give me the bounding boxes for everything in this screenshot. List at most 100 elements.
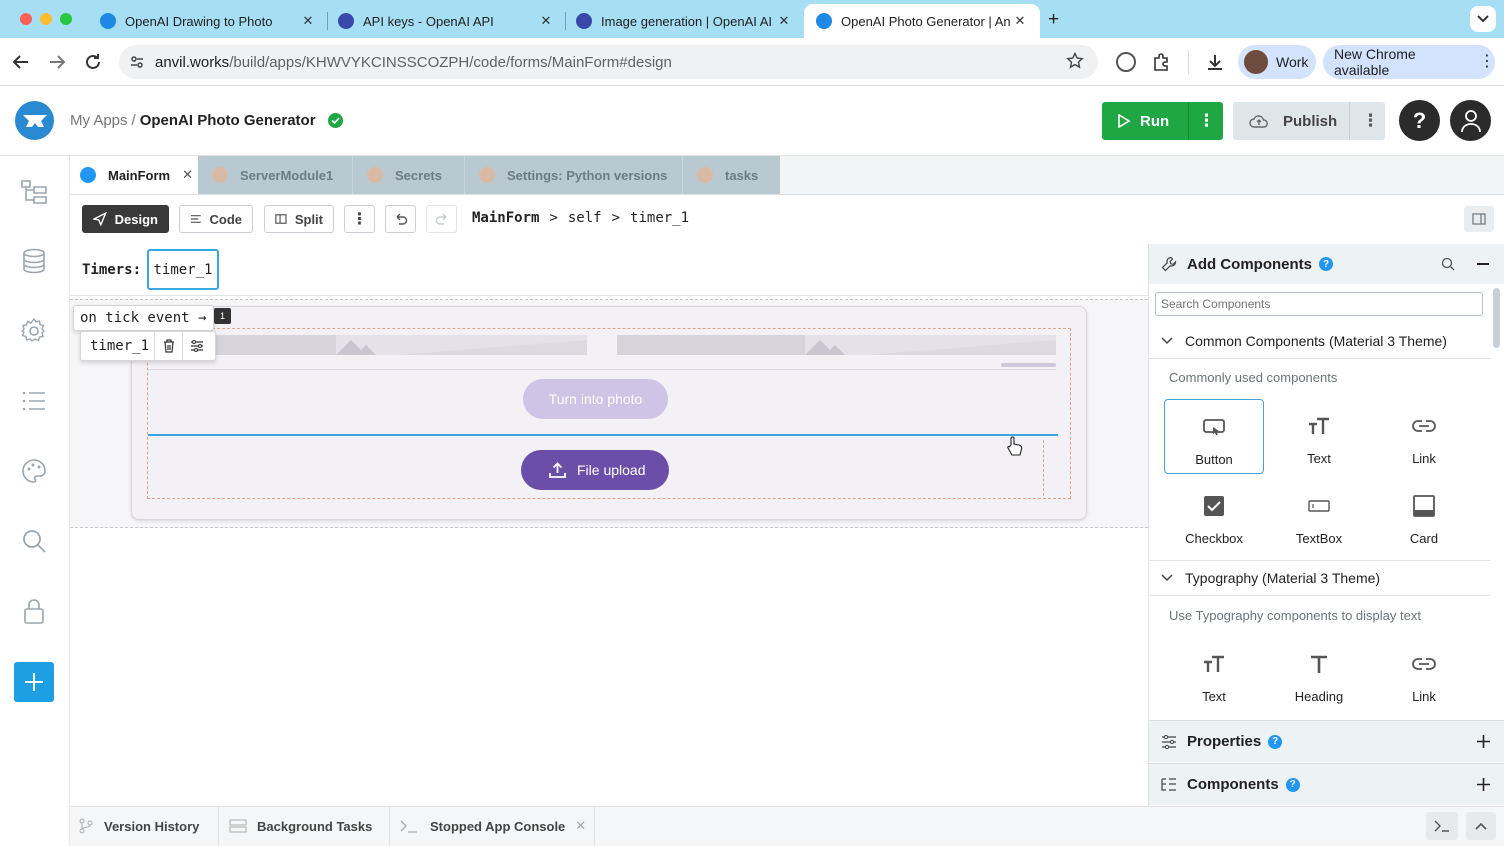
browser-tab-active[interactable]: OpenAI Photo Generator | An ✕ — [804, 4, 1040, 38]
extensions-puzzle-icon[interactable] — [1152, 52, 1172, 72]
address-bar[interactable]: anvil.works/build/apps/KHWVYKCINSSCOZPH/… — [119, 45, 1098, 79]
component-text[interactable]: Text — [1269, 399, 1369, 473]
split-button[interactable]: Split — [264, 205, 334, 233]
app-console-tab[interactable]: Stopped App Console ✕ — [400, 806, 594, 846]
new-tab-icon[interactable]: + — [1048, 9, 1059, 31]
site-info-icon[interactable] — [119, 54, 155, 70]
tab-secrets[interactable]: Secrets — [352, 156, 464, 194]
component-checkbox[interactable]: Checkbox — [1164, 479, 1264, 553]
close-tab-icon[interactable]: ✕ — [182, 167, 193, 183]
search-components-input[interactable] — [1155, 292, 1483, 316]
help-icon[interactable]: ? — [1285, 777, 1300, 792]
expand-bottom-button[interactable] — [1466, 812, 1496, 840]
close-icon[interactable]: ✕ — [575, 818, 586, 834]
expand-plus-icon[interactable] — [1477, 735, 1490, 748]
component-link[interactable]: Link — [1374, 399, 1474, 473]
list-icon[interactable] — [20, 387, 48, 415]
minimize-window-button[interactable] — [40, 13, 52, 25]
add-components-header[interactable]: Add Components ? — [1149, 244, 1504, 284]
bookmark-star-icon[interactable] — [1066, 52, 1084, 70]
expand-plus-icon[interactable] — [1477, 778, 1490, 791]
undo-button[interactable] — [385, 205, 416, 233]
components-header[interactable]: Components ? — [1149, 763, 1504, 805]
database-icon[interactable] — [20, 247, 48, 275]
browser-tab[interactable]: API keys - OpenAI API ✕ — [326, 4, 566, 38]
tick-event-link[interactable]: on tick event → — [73, 305, 214, 331]
close-tab-icon[interactable]: ✕ — [538, 13, 554, 29]
path-timer[interactable]: timer_1 — [630, 210, 689, 226]
run-button[interactable]: Run ⋮ — [1102, 102, 1223, 140]
image-placeholder[interactable] — [617, 335, 1056, 355]
browser-tab[interactable]: OpenAI Drawing to Photo ✕ — [88, 4, 328, 38]
publish-button[interactable]: Publish ⋮ — [1233, 102, 1385, 140]
help-icon[interactable]: ? — [1268, 734, 1283, 749]
download-icon[interactable] — [1205, 52, 1225, 72]
redo-button[interactable] — [426, 205, 457, 233]
close-tab-icon[interactable]: ✕ — [776, 13, 792, 29]
tab-mainform[interactable]: MainForm ✕ — [70, 156, 198, 194]
file-upload-button[interactable]: File upload — [521, 450, 669, 490]
tab-label: Version History — [104, 818, 200, 834]
extension-icon[interactable] — [1116, 52, 1136, 72]
console-button[interactable] — [1426, 812, 1458, 840]
tab-tasks[interactable]: tasks — [682, 156, 780, 194]
add-button[interactable] — [14, 662, 54, 702]
path-mainform[interactable]: MainForm — [472, 210, 539, 226]
close-tab-icon[interactable]: ✕ — [300, 13, 316, 29]
reload-icon[interactable] — [83, 52, 105, 72]
background-tasks-tab[interactable]: Background Tasks — [229, 806, 389, 846]
close-tab-icon[interactable]: ✕ — [1012, 13, 1028, 29]
app-browser-icon[interactable] — [20, 177, 48, 205]
scrollbar[interactable] — [1493, 288, 1500, 348]
slot-indicator — [1001, 363, 1056, 367]
typography-section-header[interactable]: Typography (Material 3 Theme) — [1149, 560, 1491, 596]
toggle-panel-button[interactable] — [1464, 206, 1494, 232]
profile-button[interactable]: Work — [1238, 45, 1316, 79]
component-heading[interactable]: Heading — [1269, 637, 1369, 711]
common-components-section-header[interactable]: Common Components (Material 3 Theme) — [1149, 323, 1491, 359]
back-icon[interactable] — [11, 52, 33, 72]
palette-icon[interactable] — [20, 457, 48, 485]
browser-tab[interactable]: Image generation | OpenAI AI ✕ — [564, 4, 804, 38]
version-history-tab[interactable]: Version History — [78, 806, 218, 846]
tab-search-button[interactable] — [1470, 6, 1496, 32]
component-typography-text[interactable]: Text — [1164, 637, 1264, 711]
delete-icon[interactable] — [155, 339, 182, 353]
user-icon — [1460, 109, 1481, 132]
lock-icon[interactable] — [20, 597, 48, 625]
collapse-icon[interactable] — [1477, 263, 1489, 265]
publish-options-icon[interactable]: ⋮ — [1362, 111, 1379, 131]
component-button[interactable]: Button — [1164, 399, 1264, 474]
design-label: Design — [114, 211, 158, 227]
component-card[interactable]: Card — [1374, 479, 1474, 553]
search-icon[interactable] — [1441, 257, 1455, 271]
tab-servermodule[interactable]: ServerModule1 — [198, 156, 352, 194]
run-options-icon[interactable]: ⋮ — [1198, 111, 1215, 131]
turn-into-photo-button[interactable]: Turn into photo — [523, 379, 668, 419]
help-button[interactable]: ? — [1399, 100, 1440, 141]
properties-sliders-icon[interactable] — [183, 340, 210, 352]
code-button[interactable]: Code — [179, 205, 253, 233]
timer-chip[interactable]: timer_1 — [147, 249, 219, 290]
breadcrumb-my-apps[interactable]: My Apps — [70, 112, 128, 129]
settings-gear-icon[interactable] — [20, 317, 48, 345]
undo-icon — [396, 213, 407, 225]
chrome-update-button[interactable]: New Chrome available ⋮ — [1323, 45, 1495, 79]
component-textbox[interactable]: TextBox — [1269, 479, 1369, 553]
close-window-button[interactable] — [20, 13, 32, 25]
design-button[interactable]: Design — [82, 205, 169, 233]
properties-header[interactable]: Properties ? — [1149, 720, 1504, 762]
help-icon[interactable]: ? — [1319, 257, 1333, 271]
maximize-window-button[interactable] — [60, 13, 72, 25]
path-self[interactable]: self — [568, 210, 602, 226]
chevron-down-icon — [1161, 336, 1173, 344]
tab-settings[interactable]: Settings: Python versions — [464, 156, 682, 194]
timer-name[interactable]: timer_1 — [90, 338, 154, 354]
component-path: MainForm > self > timer_1 — [472, 210, 689, 226]
anvil-logo-icon[interactable] — [15, 101, 54, 140]
component-typography-link[interactable]: Link — [1374, 637, 1474, 711]
search-icon[interactable] — [20, 527, 48, 555]
account-button[interactable] — [1450, 100, 1491, 141]
forward-icon[interactable] — [47, 52, 69, 72]
more-options-button[interactable]: ⋮ — [344, 205, 375, 233]
